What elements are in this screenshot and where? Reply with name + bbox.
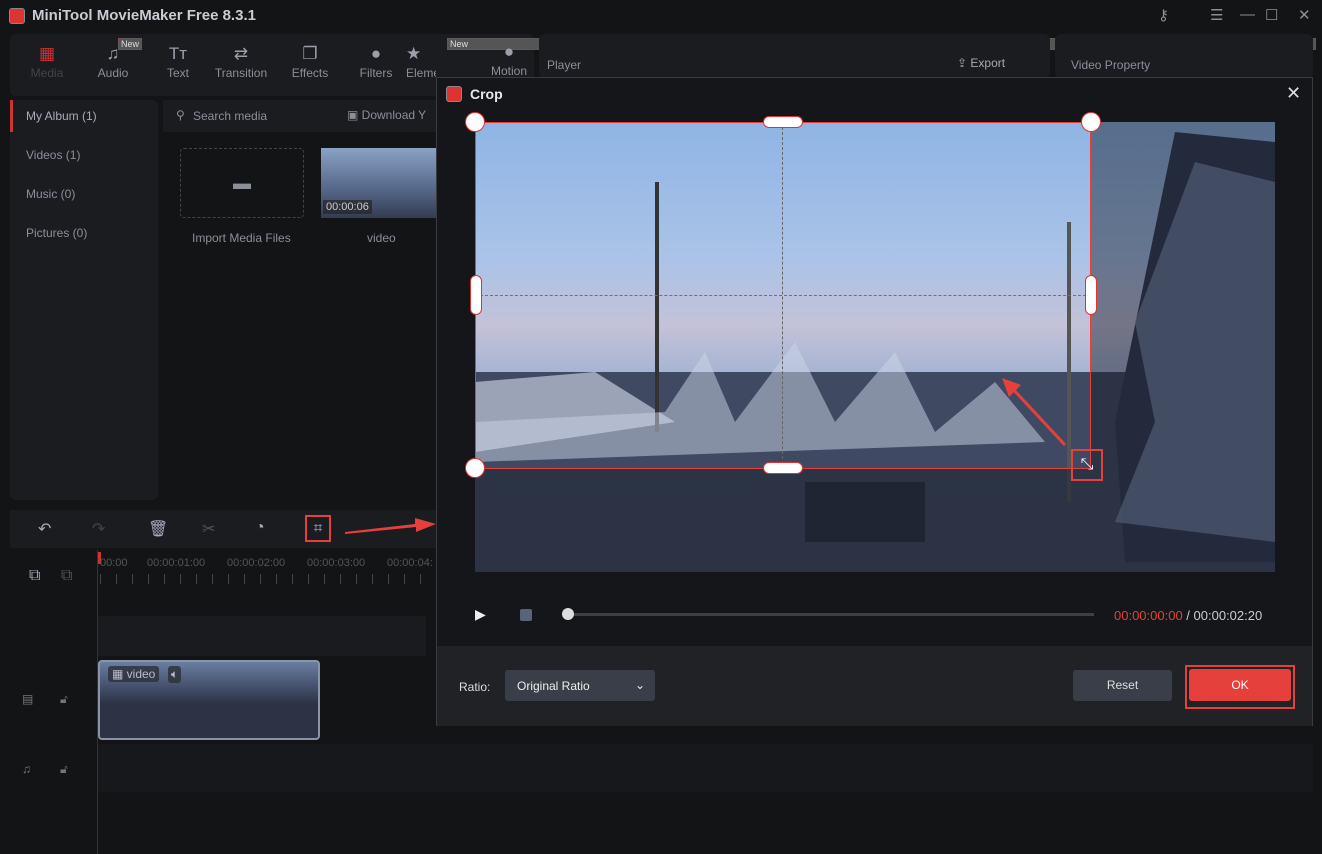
tab-motion[interactable]: ● Motion <box>474 42 544 78</box>
crop-button[interactable]: ⌗ <box>305 515 331 542</box>
lock-icon[interactable]: 🔓︎ <box>60 692 68 707</box>
title-bar: MiniTool MovieMaker Free 8.3.1 ⚷ ☰ — ☐ ✕ <box>0 0 1322 32</box>
search-input[interactable]: Search media <box>193 109 267 123</box>
crop-handle-bottom[interactable] <box>763 462 803 474</box>
video-track-icon: ▤ <box>22 692 34 706</box>
tab-elements[interactable]: ★Elements <box>406 44 436 80</box>
elements-icon: ★ <box>406 44 422 63</box>
media-icon: ▦ <box>38 44 56 63</box>
tick-label: 00:00:01:00 <box>147 557 206 569</box>
speed-icon[interactable]: ◔ <box>255 519 265 537</box>
sidebar-item-my-album[interactable]: My Album (1) <box>26 109 97 123</box>
tick-label: 00:00 <box>100 557 128 569</box>
tick-label: 00:00:04: <box>387 557 433 569</box>
minimize-button[interactable]: — <box>1240 6 1255 23</box>
annotation-arrow <box>1002 378 1067 447</box>
sidebar-item-music[interactable]: Music (0) <box>26 187 75 201</box>
tick-label: 00:00:03:00 <box>307 557 366 569</box>
video-property-panel: Video Property <box>1055 34 1313 78</box>
download-button[interactable]: ▣ Download Y <box>347 108 437 122</box>
clip-label: ▦ video <box>108 666 160 682</box>
chevron-down-icon: ⌄ <box>634 678 645 692</box>
annotation-arrow <box>345 518 436 534</box>
timeline-video-clip[interactable]: ▦ video 🔈︎ <box>98 660 320 740</box>
crop-handle-bottom-left[interactable] <box>465 458 485 478</box>
reset-button[interactable]: Reset <box>1073 670 1172 701</box>
player-panel: Player ⇪ Export <box>539 34 1050 78</box>
tab-transition[interactable]: ⇄ Transition <box>206 44 276 80</box>
import-label: Import Media Files <box>192 231 291 245</box>
crop-preview <box>475 122 1275 572</box>
clip-duration: 00:00:06 <box>323 200 372 214</box>
clip-name: video <box>367 231 396 245</box>
redo-icon[interactable]: ↷ <box>92 519 105 539</box>
progress-thumb[interactable] <box>562 608 574 620</box>
app-logo-icon <box>446 86 462 102</box>
ok-button[interactable]: OK <box>1189 669 1291 701</box>
app-title: MiniTool MovieMaker Free 8.3.1 <box>32 7 256 24</box>
music-track-icon: ♫ <box>22 762 31 776</box>
delete-icon[interactable]: 🗑 <box>148 519 168 539</box>
tab-media[interactable]: ▦ Media <box>12 44 82 80</box>
tab-text[interactable]: Tт Text <box>143 44 213 80</box>
crop-handle-top[interactable] <box>763 116 803 128</box>
crop-dialog: Crop ✕ ⤡ ▶ 00:00:00:00 / 00:00:02:20 Rat… <box>436 77 1313 726</box>
progress-track[interactable] <box>567 613 1094 616</box>
motion-icon: ● <box>503 42 515 61</box>
new-badge: New <box>117 38 142 50</box>
lock-icon[interactable]: 🔓︎ <box>60 762 68 777</box>
tab-effects[interactable]: ❐ Effects <box>275 44 345 80</box>
play-button[interactable]: ▶ <box>475 606 486 623</box>
tick-label: 00:00:02:00 <box>227 557 286 569</box>
remove-track-icon[interactable]: ⧉ <box>61 567 72 585</box>
film-icon: ▦ <box>112 667 127 681</box>
audio-icon[interactable]: 🔈︎ <box>168 666 182 683</box>
property-title: Video Property <box>1071 58 1151 72</box>
timeline-ruler <box>100 574 436 584</box>
resize-cursor-icon[interactable]: ⤡ <box>1071 449 1103 481</box>
current-time: 00:00:00:00 <box>1114 608 1183 623</box>
import-media-button[interactable]: ▬ <box>180 148 304 218</box>
sidebar-item-videos[interactable]: Videos (1) <box>26 148 80 162</box>
ratio-select[interactable]: Original Ratio ⌄ <box>505 670 655 701</box>
media-clip-thumbnail[interactable]: 00:00:06 <box>321 148 437 218</box>
app-logo-icon <box>9 8 25 24</box>
crop-title: Crop <box>470 86 503 102</box>
crop-handle-left[interactable] <box>470 275 482 315</box>
total-time: 00:00:02:20 <box>1193 608 1263 623</box>
folder-icon: ▬ <box>233 173 251 193</box>
crop-handle-right[interactable] <box>1085 275 1097 315</box>
crop-handle-top-left[interactable] <box>465 112 485 132</box>
undo-icon[interactable]: ↶ <box>38 519 51 539</box>
player-title: Player <box>547 58 582 72</box>
download-icon: ▣ <box>347 108 362 122</box>
close-button[interactable]: ✕ <box>1298 6 1311 24</box>
crop-dialog-header: Crop ✕ <box>437 78 1312 109</box>
crop-handle-top-right[interactable] <box>1081 112 1101 132</box>
text-icon: Tт <box>168 44 188 63</box>
crop-footer: Ratio: Original Ratio ⌄ Reset OK <box>437 646 1312 726</box>
menu-icon[interactable]: ☰ <box>1210 6 1223 24</box>
add-track-icon[interactable]: ⧉ <box>29 567 40 585</box>
filters-icon: ● <box>370 44 382 63</box>
stop-button[interactable] <box>520 609 532 621</box>
time-display: 00:00:00:00 / 00:00:02:20 <box>1114 608 1263 623</box>
search-icon: ⚲ <box>176 108 185 122</box>
tab-motion-label: Motion <box>490 64 528 78</box>
sidebar-item-pictures[interactable]: Pictures (0) <box>26 226 87 240</box>
export-button[interactable]: ⇪ Export <box>957 56 1005 70</box>
transition-icon: ⇄ <box>233 44 249 63</box>
key-icon[interactable]: ⚷ <box>1158 6 1169 24</box>
export-icon: ⇪ <box>957 56 971 70</box>
effects-icon: ❐ <box>302 44 318 63</box>
tab-filters[interactable]: ● Filters <box>341 44 411 80</box>
maximize-button[interactable]: ☐ <box>1265 6 1278 24</box>
tab-audio[interactable]: New ♫ Audio <box>78 38 148 80</box>
close-icon[interactable]: ✕ <box>1286 83 1301 104</box>
split-icon[interactable]: ✂ <box>202 519 215 539</box>
ratio-label: Ratio: <box>459 680 491 694</box>
